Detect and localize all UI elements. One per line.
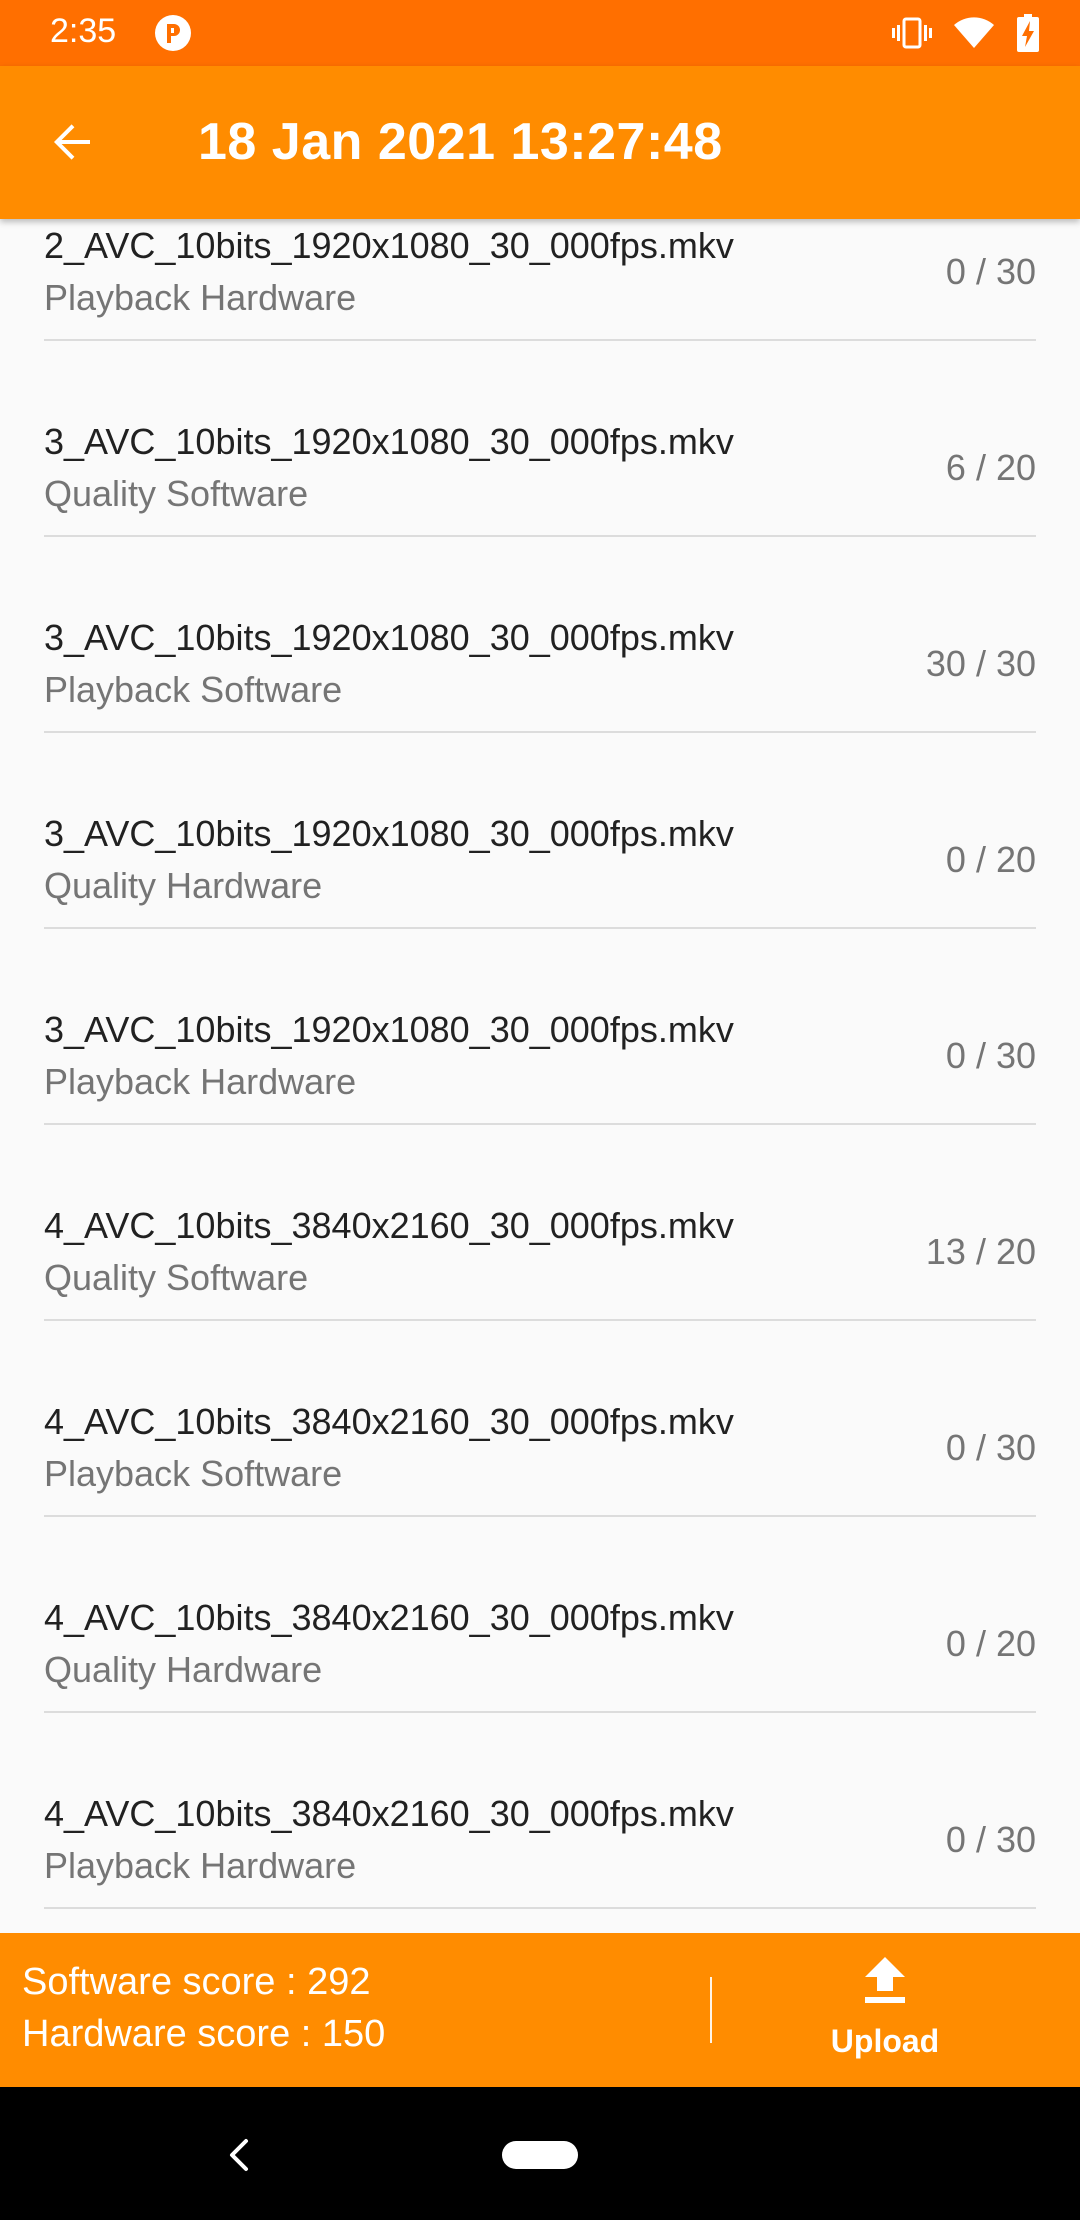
result-file-name: 3_AVC_10bits_1920x1080_30_000fps.mkv <box>44 617 734 658</box>
result-file-name: 3_AVC_10bits_1920x1080_30_000fps.mkv <box>44 1009 734 1050</box>
back-button[interactable] <box>40 110 104 174</box>
result-file-name: 3_AVC_10bits_1920x1080_30_000fps.mkv <box>44 421 734 462</box>
score-bar: Software score : 292 Hardware score : 15… <box>0 1933 1080 2087</box>
app-bar: 18 Jan 2021 13:27:48 <box>0 66 1080 219</box>
result-score: 0 / 30 <box>945 1427 1036 1468</box>
nav-back-icon[interactable] <box>218 2133 262 2177</box>
result-score: 0 / 30 <box>945 251 1036 292</box>
result-test-type: Playback Software <box>44 669 343 710</box>
result-score: 0 / 20 <box>945 839 1036 880</box>
upload-label: Upload <box>830 2023 940 2059</box>
nav-home-pill[interactable] <box>502 2141 578 2169</box>
result-row[interactable]: 4_AVC_10bits_3840x2160_30_000fps.mkv Play… <box>0 1321 1080 1517</box>
result-test-type: Playback Hardware <box>44 277 357 318</box>
result-row[interactable]: 4_AVC_10bits_3840x2160_30_000fps.mkv Play… <box>0 1713 1080 1909</box>
result-file-name: 4_AVC_10bits_3840x2160_30_000fps.mkv <box>44 1401 734 1442</box>
navigation-bar <box>0 2087 1080 2220</box>
result-test-type: Playback Hardware <box>44 1061 357 1102</box>
status-bar: 2:35 <box>0 0 1080 66</box>
result-score: 30 / 30 <box>925 643 1036 684</box>
status-time: 2:35 <box>50 12 117 50</box>
vibrate-icon <box>892 17 932 49</box>
result-test-type: Playback Software <box>44 1453 343 1494</box>
result-score: 0 / 20 <box>945 1623 1036 1664</box>
result-score: 6 / 20 <box>945 447 1036 488</box>
result-test-type: Quality Software <box>44 1257 309 1298</box>
software-score: Software score : 292 <box>22 1961 371 2003</box>
result-score: 0 / 30 <box>945 1035 1036 1076</box>
result-row[interactable]: 3_AVC_10bits_1920x1080_30_000fps.mkv Qual… <box>0 341 1080 537</box>
result-file-name: 4_AVC_10bits_3840x2160_30_000fps.mkv <box>44 1205 734 1246</box>
upload-button[interactable]: Upload <box>800 1953 970 2073</box>
result-test-type: Quality Software <box>44 473 309 514</box>
screen: 2:35 18 Jan 2021 13:27:48 2_AVC_10bits_1… <box>0 0 1080 2220</box>
result-row[interactable]: 4_AVC_10bits_3840x2160_30_000fps.mkv Qual… <box>0 1517 1080 1713</box>
vertical-divider <box>710 1977 712 2043</box>
wifi-icon <box>954 17 994 48</box>
arrow-back-icon <box>54 124 90 160</box>
result-file-name: 2_AVC_10bits_1920x1080_30_000fps.mkv <box>44 225 734 266</box>
result-score: 0 / 30 <box>945 1819 1036 1860</box>
result-row[interactable]: 3_AVC_10bits_1920x1080_30_000fps.mkv Qual… <box>0 733 1080 929</box>
upload-icon <box>865 1957 905 2003</box>
result-row[interactable]: 3_AVC_10bits_1920x1080_30_000fps.mkv Play… <box>0 929 1080 1125</box>
result-row[interactable]: 2_AVC_10bits_1920x1080_30_000fps.mkv Play… <box>0 219 1080 341</box>
result-file-name: 3_AVC_10bits_1920x1080_30_000fps.mkv <box>44 813 734 854</box>
result-test-type: Playback Hardware <box>44 1845 357 1886</box>
result-test-type: Quality Hardware <box>44 865 323 906</box>
status-icons <box>892 14 1040 52</box>
results-list[interactable]: 2_AVC_10bits_1920x1080_30_000fps.mkv Play… <box>0 219 1080 1933</box>
results-list-content: 2_AVC_10bits_1920x1080_30_000fps.mkv Play… <box>0 219 1080 1909</box>
app-notification-icon <box>155 15 191 51</box>
result-score: 13 / 20 <box>925 1231 1036 1272</box>
hardware-score: Hardware score : 150 <box>22 2013 386 2055</box>
result-file-name: 4_AVC_10bits_3840x2160_30_000fps.mkv <box>44 1597 734 1638</box>
battery-charging-icon <box>1017 14 1039 52</box>
result-row[interactable]: 4_AVC_10bits_3840x2160_30_000fps.mkv Qual… <box>0 1125 1080 1321</box>
result-file-name: 4_AVC_10bits_3840x2160_30_000fps.mkv <box>44 1793 734 1834</box>
result-row[interactable]: 3_AVC_10bits_1920x1080_30_000fps.mkv Play… <box>0 537 1080 733</box>
row-divider <box>44 1907 1036 1909</box>
page-title: 18 Jan 2021 13:27:48 <box>198 113 723 171</box>
result-test-type: Quality Hardware <box>44 1649 323 1690</box>
